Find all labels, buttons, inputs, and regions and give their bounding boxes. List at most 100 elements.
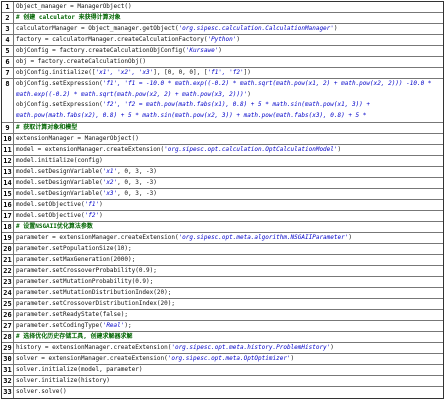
code-token: ]) [243, 69, 251, 76]
code-token: parameter.setMutationDistributionIndex(2… [16, 289, 172, 296]
code-token: model = extensionManager.createExtension… [16, 146, 165, 153]
code-text: model.setDesignVariable('x3', 0, 3, -3) [14, 189, 443, 199]
code-token: parameter.setMutationProbability(0.9); [16, 278, 154, 285]
code-text: parameter.setMutationDistributionIndex(2… [14, 288, 443, 298]
code-text: objConfig.setExpression('f1', 'f1 = -10.… [14, 79, 443, 122]
code-line-row: 30 solver = extensionManager.createExtens… [2, 354, 443, 365]
code-line-row: 27 parameter.setCodingType('Real'); [2, 321, 443, 332]
line-number: 30 [2, 354, 14, 364]
code-text: parameter.setCrossoverProbability(0.9); [14, 266, 443, 276]
line-number: 6 [2, 57, 14, 67]
code-token: ], [0, 0, 0], [ [153, 69, 208, 76]
code-line-row: 12 model.initialize(config) [2, 156, 443, 167]
code-line-row: 24 parameter.setMutationDistributionIndex… [2, 288, 443, 299]
line-number: 10 [2, 134, 14, 144]
line-number: 7 [2, 68, 14, 78]
code-string: 'Kursawe' [185, 47, 219, 54]
code-token: history = extensionManager.createExtensi… [16, 344, 172, 351]
line-number: 22 [2, 266, 14, 276]
code-text: objConfig = factory.createCalculationObj… [14, 46, 443, 56]
code-token: ) [330, 344, 334, 351]
code-line-row: 21 parameter.setMaxGeneration(2000); [2, 255, 443, 266]
code-token: ); [124, 322, 132, 329]
code-token: ) [99, 212, 103, 219]
code-line-row: 32 solver.initialize(history) [2, 376, 443, 387]
code-token: ) [290, 355, 295, 362]
line-number: 14 [2, 178, 14, 188]
code-text: model.setDesignVariable('x1', 0, 3, -3) [14, 167, 443, 177]
code-text: parameter = extensionManager.createExten… [14, 233, 443, 243]
code-comment: # 获取计算对象和模型 [16, 124, 78, 131]
code-text: solver.initialize(history) [14, 376, 443, 386]
code-token: objConfig.setExpression( [16, 80, 103, 87]
code-token: , 0, 3, -3) [117, 190, 157, 197]
code-line-row: 22 parameter.setCrossoverProbability(0.9)… [2, 266, 443, 277]
code-token: model.setDesignVariable( [16, 179, 103, 186]
code-line-row: 33 solver.solve() [2, 387, 443, 398]
code-text: parameter.setPopulationSize(10); [14, 244, 443, 254]
code-token: factory = calculatorManager.createCalcul… [16, 36, 208, 43]
code-text: factory = calculatorManager.createCalcul… [14, 35, 443, 45]
line-number: 20 [2, 244, 14, 254]
code-line-row: 6 obj = factory.createCalculationObj() [2, 57, 443, 68]
line-number: 33 [2, 387, 14, 398]
code-text: parameter.setCodingType('Real'); [14, 321, 443, 331]
code-text: # 获取计算对象和模型 [14, 123, 443, 133]
code-token: , 0, 3, -3) [117, 179, 157, 186]
code-line-row: 25 parameter.setCrossoverDistributionInde… [2, 299, 443, 310]
code-token: parameter = extensionManager.createExten… [16, 234, 179, 241]
code-token: solver.initialize(history) [16, 377, 110, 384]
code-text: solver.solve() [14, 387, 443, 398]
code-token: model.setDesignVariable( [16, 190, 103, 197]
code-string: 'org.sipesc.opt.meta.OptOptimizer' [167, 355, 291, 362]
code-token: ) [236, 36, 240, 43]
code-token: parameter.setCodingType( [16, 322, 103, 329]
line-number: 27 [2, 321, 14, 331]
code-line-row: 26 parameter.setReadyState(false); [2, 310, 443, 321]
code-line-row: 8 objConfig.setExpression('f1', 'f1 = -10… [2, 79, 443, 123]
code-text: Object_manager = ManagerObject() [14, 2, 443, 12]
code-line-row: 20 parameter.setPopulationSize(10); [2, 244, 443, 255]
code-text: parameter.setCrossoverDistributionIndex(… [14, 299, 443, 309]
code-text: objConfig.initialize(['x1', 'x2', 'x3'],… [14, 68, 443, 78]
line-number: 25 [2, 299, 14, 309]
code-token: , 0, 3, -3) [117, 168, 157, 175]
code-token: model.setObjective( [16, 201, 85, 208]
code-token: ) [348, 234, 352, 241]
code-line-row: 14 model.setDesignVariable('x2', 0, 3, -3… [2, 178, 443, 189]
line-number: 17 [2, 211, 14, 221]
code-string: 'f1' [84, 201, 100, 208]
code-token: objConfig = factory.createCalculationObj… [16, 47, 186, 54]
code-text: obj = factory.createCalculationObj() [14, 57, 443, 67]
line-number: 21 [2, 255, 14, 265]
code-line-row: 9 # 获取计算对象和模型 [2, 123, 443, 134]
line-number: 3 [2, 24, 14, 34]
code-string: 'Real' [102, 322, 125, 329]
code-line-row: 15 model.setDesignVariable('x3', 0, 3, -3… [2, 189, 443, 200]
code-line-row: 10 extensionManager = ManagerObject() [2, 134, 443, 145]
code-line-row: 1 Object_manager = ManagerObject() [2, 2, 443, 13]
code-text: # 设置NSGAII优化算法参数 [14, 222, 443, 232]
code-text: parameter.setReadyState(false); [14, 310, 443, 320]
code-token: Object_manager = ManagerObject() [16, 3, 132, 10]
code-token: solver = extensionManager.createExtensio… [16, 355, 168, 362]
line-number: 31 [2, 365, 14, 375]
line-number: 11 [2, 145, 14, 155]
line-number: 19 [2, 233, 14, 243]
code-line-row: 2 # 创建 calculator 来获得计算对象 [2, 13, 443, 24]
line-number: 28 [2, 332, 14, 342]
code-text: model.initialize(config) [14, 156, 443, 166]
code-text: model = extensionManager.createExtension… [14, 145, 443, 155]
code-token: parameter.setMaxGeneration(2000); [16, 256, 136, 263]
code-text: model.setObjective('f1') [14, 200, 443, 210]
code-text: history = extensionManager.createExtensi… [14, 343, 443, 353]
code-string: 'org.sipesc.opt.meta.history.ProblemHist… [171, 344, 331, 351]
code-text: model.setDesignVariable('x2', 0, 3, -3) [14, 178, 443, 188]
code-comment: # 创建 calculator 来获得计算对象 [16, 14, 121, 21]
code-line-row: 16 model.setObjective('f1') [2, 200, 443, 211]
code-string: 'x2' [102, 179, 118, 186]
code-token: model.initialize(config) [16, 157, 103, 164]
code-text: # 选择优化历史存储工具, 创建求解器求解 [14, 332, 443, 342]
code-string: 'org.sipesc.calculation.CalculationManag… [178, 25, 334, 32]
code-token: obj = factory.createCalculationObj() [16, 58, 147, 65]
